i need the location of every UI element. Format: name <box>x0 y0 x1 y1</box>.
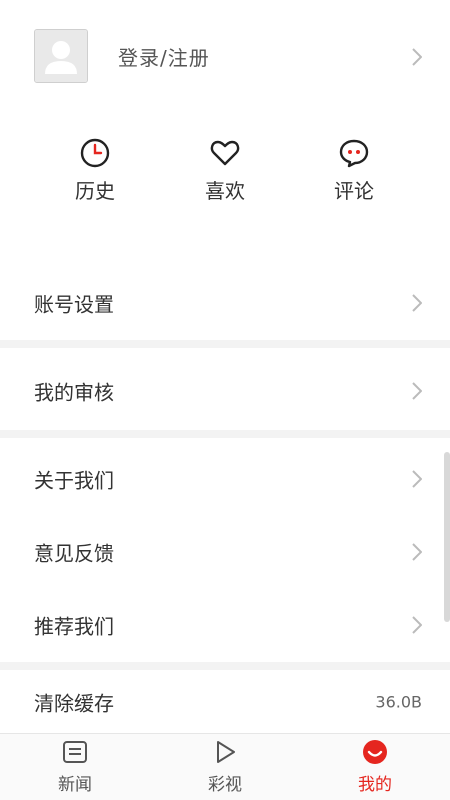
chevron-right-icon <box>412 382 422 400</box>
chevron-right-icon <box>412 543 422 561</box>
shortcut-favorites-label: 喜欢 <box>205 179 245 203</box>
tab-news-label: 新闻 <box>58 775 92 795</box>
menu-item-label: 清除缓存 <box>34 691 114 715</box>
avatar[interactable] <box>34 29 88 83</box>
menu-item-my-review[interactable]: 我的审核 <box>0 356 450 426</box>
chevron-right-icon <box>412 294 422 312</box>
menu-item-clear-cache[interactable]: 清除缓存 36.0B <box>0 670 450 733</box>
tab-me[interactable]: 我的 <box>300 738 450 795</box>
shortcut-bar: 历史 喜欢 评论 <box>0 125 450 245</box>
menu-item-label: 账号设置 <box>34 292 114 317</box>
tab-me-label: 我的 <box>358 775 392 795</box>
separator <box>0 340 450 348</box>
tab-video-label: 彩视 <box>208 775 242 795</box>
clock-icon <box>80 138 110 168</box>
spacer <box>0 250 450 268</box>
shortcut-history[interactable]: 历史 <box>35 137 155 204</box>
scrollbar[interactable] <box>444 452 450 622</box>
menu-item-label: 我的审核 <box>34 380 114 405</box>
play-icon <box>217 741 235 763</box>
menu-item-label: 推荐我们 <box>34 614 114 639</box>
chevron-right-icon <box>412 470 422 488</box>
avatar-placeholder-icon <box>35 30 87 82</box>
chevron-right-icon <box>412 48 422 66</box>
comment-icon <box>339 139 369 168</box>
profile-header[interactable]: 登录/注册 <box>0 0 450 115</box>
tab-video[interactable]: 彩视 <box>150 738 300 795</box>
heart-icon <box>210 140 240 166</box>
shortcut-favorites[interactable]: 喜欢 <box>165 137 285 204</box>
separator <box>0 430 450 438</box>
menu-item-recommend[interactable]: 推荐我们 <box>0 590 450 660</box>
shortcut-history-label: 历史 <box>75 179 115 203</box>
menu-item-account-settings[interactable]: 账号设置 <box>0 268 450 338</box>
tab-news[interactable]: 新闻 <box>0 738 150 795</box>
shortcut-comments[interactable]: 评论 <box>294 137 414 204</box>
chevron-right-icon <box>412 616 422 634</box>
bottom-tab-bar: 新闻 彩视 我的 <box>0 733 450 800</box>
separator <box>0 662 450 670</box>
shortcut-comments-label: 评论 <box>334 179 374 203</box>
me-icon <box>363 740 387 764</box>
menu-item-label: 意见反馈 <box>34 541 114 566</box>
cache-size-value: 36.0B <box>375 692 422 711</box>
login-register-link[interactable]: 登录/注册 <box>118 42 210 71</box>
menu-item-feedback[interactable]: 意见反馈 <box>0 517 450 587</box>
news-icon <box>63 741 87 763</box>
menu-item-about-us[interactable]: 关于我们 <box>0 444 450 514</box>
menu-item-label: 关于我们 <box>34 468 114 493</box>
